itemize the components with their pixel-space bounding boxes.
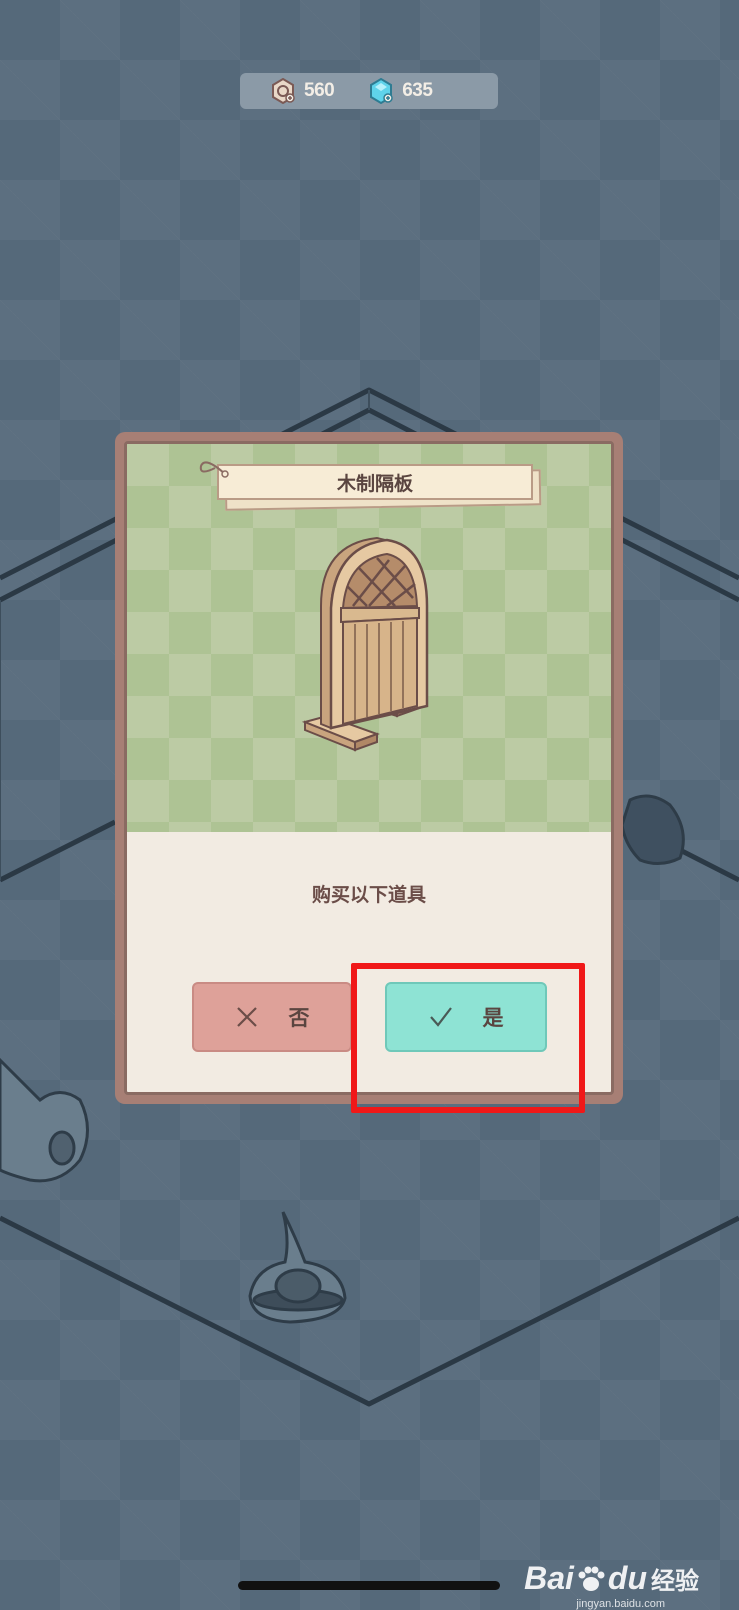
cancel-button[interactable]: 否 bbox=[192, 982, 352, 1052]
coin-amount: 560 bbox=[304, 80, 335, 101]
gem-counter[interactable]: 635 bbox=[368, 78, 433, 104]
tag-string-icon bbox=[199, 461, 229, 478]
cat-hat-figure bbox=[248, 1211, 347, 1324]
gem-amount: 635 bbox=[402, 80, 433, 101]
item-name: 木制隔板 bbox=[336, 472, 413, 495]
watermark-suffix: 经验 bbox=[651, 1568, 699, 1595]
currency-bar: 560 635 bbox=[240, 73, 498, 109]
item-preview: 木制隔板 bbox=[127, 444, 611, 832]
baidu-watermark: Bai du 经验 jingyan.baidu.com bbox=[524, 1560, 699, 1610]
home-indicator[interactable] bbox=[238, 1581, 500, 1590]
coin-counter[interactable]: 560 bbox=[270, 78, 335, 104]
close-icon bbox=[236, 1007, 257, 1027]
watermark-brand: Bai bbox=[524, 1560, 574, 1596]
wooden-divider-image bbox=[301, 536, 429, 752]
annotation-highlight-box bbox=[351, 963, 585, 1113]
purchase-prompt: 购买以下道具 bbox=[311, 884, 426, 906]
cancel-button-label: 否 bbox=[288, 1006, 310, 1030]
cat-silhouette-figure bbox=[620, 794, 685, 865]
gem-icon bbox=[370, 78, 393, 104]
coin-icon bbox=[272, 78, 295, 104]
item-name-tag: 木制隔板 bbox=[199, 461, 542, 511]
watermark-brand-suffix: du bbox=[607, 1560, 647, 1596]
cat-sleeping-figure bbox=[0, 1057, 89, 1183]
paw-icon bbox=[578, 1566, 605, 1591]
